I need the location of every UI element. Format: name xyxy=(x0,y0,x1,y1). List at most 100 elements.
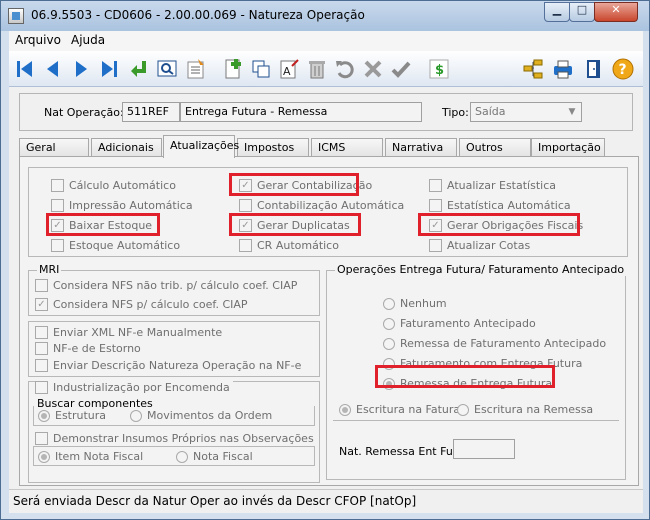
nat-operacao-code-field[interactable]: 511REF xyxy=(122,102,180,122)
checkbox-label: Demonstrar Insumos Próprios nas Observaç… xyxy=(53,432,314,445)
help-icon[interactable]: ? xyxy=(611,57,635,81)
radio-dot xyxy=(457,403,469,416)
checkbox-box xyxy=(239,239,252,252)
cancel-icon[interactable] xyxy=(361,57,385,81)
last-record-icon[interactable] xyxy=(97,57,121,81)
impressao-automatica-checkbox[interactable]: Impressão Automática xyxy=(51,199,193,212)
tab-atualizacoes[interactable]: Atualizações xyxy=(163,135,239,158)
maximize-button[interactable]: □ xyxy=(569,2,595,22)
atualizar-cotas-checkbox[interactable]: Atualizar Cotas xyxy=(429,239,530,252)
entrega-futura-group-title: Operações Entrega Futura/ Faturamento An… xyxy=(335,263,627,276)
remessa-entrega-futura-radio[interactable]: Remessa de Entrega Futura xyxy=(383,377,552,390)
radio-label: Estrutura xyxy=(55,409,107,422)
escritura-na-remessa-radio[interactable]: Escritura na Remessa xyxy=(457,403,593,416)
buscar-componentes-group: Estrutura Movimentos da Ordem xyxy=(33,406,315,426)
checkbox-label: Baixar Estoque xyxy=(69,219,153,232)
go-to-icon[interactable] xyxy=(127,57,151,81)
checkbox-label: Atualizar Cotas xyxy=(447,239,531,252)
movimentos-ordem-radio[interactable]: Movimentos da Ordem xyxy=(130,409,272,422)
svg-text:A: A xyxy=(283,65,291,78)
escritura-na-fatura-radio[interactable]: Escritura na Fatura xyxy=(339,403,460,416)
nfe-estorno-checkbox[interactable]: NF-e de Estorno xyxy=(35,342,141,355)
gerar-contabilizacao-checkbox[interactable]: ✓ Gerar Contabilização xyxy=(239,179,372,192)
menu-bar: Arquivo Ajuda xyxy=(9,31,643,51)
radio-dot xyxy=(383,357,395,370)
currency-icon[interactable]: $ xyxy=(427,57,451,81)
radio-dot xyxy=(38,450,50,463)
title-bar: 06.9.5503 - CD0606 - 2.00.00.069 - Natur… xyxy=(1,1,649,31)
tab-outros[interactable]: Outros xyxy=(459,138,531,157)
radio-dot xyxy=(339,403,351,416)
tree-icon[interactable] xyxy=(521,57,545,81)
nota-fiscal-option-group: Item Nota Fiscal Nota Fiscal xyxy=(33,446,315,466)
radio-dot xyxy=(38,409,50,422)
industrializacao-group: Industrialização por Encomenda Buscar co… xyxy=(28,381,320,483)
tab-impostos[interactable]: Impostos xyxy=(237,138,309,157)
undo-icon[interactable] xyxy=(333,57,357,81)
estoque-automatico-checkbox[interactable]: Estoque Automático xyxy=(51,239,180,252)
gerar-obrigacoes-fiscais-checkbox[interactable]: ✓ Gerar Obrigações Fiscais xyxy=(429,219,583,232)
delete-icon[interactable] xyxy=(305,57,329,81)
considera-nfs-calculo-checkbox[interactable]: ✓ Considera NFS p/ cálculo coef. CIAP xyxy=(35,298,248,311)
radio-label: Escritura na Remessa xyxy=(474,403,594,416)
first-record-icon[interactable] xyxy=(13,57,37,81)
tab-adicionais[interactable]: Adicionais xyxy=(91,138,162,157)
print-icon[interactable] xyxy=(551,57,575,81)
radio-label: Faturamento com Entrega Futura xyxy=(400,357,583,370)
enviar-descricao-natureza-checkbox[interactable]: Enviar Descrição Natureza Operação na NF… xyxy=(35,359,301,372)
previous-record-icon[interactable] xyxy=(41,57,65,81)
next-record-icon[interactable] xyxy=(69,57,93,81)
checkbox-box xyxy=(35,359,48,372)
list-icon[interactable] xyxy=(183,57,207,81)
update-options-group: Cálculo Automático Impressão Automática … xyxy=(28,167,628,257)
estatistica-automatica-checkbox[interactable]: Estatística Automática xyxy=(429,199,571,212)
gerar-duplicatas-checkbox[interactable]: ✓ Gerar Duplicatas xyxy=(239,219,350,232)
confirm-icon[interactable] xyxy=(389,57,413,81)
exit-icon[interactable] xyxy=(581,57,605,81)
copy-icon[interactable] xyxy=(249,57,273,81)
menu-ajuda[interactable]: Ajuda xyxy=(71,33,105,47)
nota-fiscal-radio[interactable]: Nota Fiscal xyxy=(176,450,253,463)
radio-dot xyxy=(130,409,142,422)
window-title: 06.9.5503 - CD0606 - 2.00.00.069 - Natur… xyxy=(31,8,365,22)
faturamento-antecipado-radio[interactable]: Faturamento Antecipado xyxy=(383,317,536,330)
toolbar: A $ ? xyxy=(9,51,643,87)
application-window: 06.9.5503 - CD0606 - 2.00.00.069 - Natur… xyxy=(0,0,650,520)
radio-dot xyxy=(383,337,395,350)
enviar-xml-nfe-checkbox[interactable]: Enviar XML NF-e Manualmente xyxy=(35,326,222,339)
nenhum-radio[interactable]: Nenhum xyxy=(383,297,447,310)
radio-label: Remessa de Entrega Futura xyxy=(400,377,553,390)
checkbox-box xyxy=(429,199,442,212)
tab-icms[interactable]: ICMS xyxy=(311,138,383,157)
tab-geral[interactable]: Geral xyxy=(19,138,89,157)
nfe-group: Enviar XML NF-e Manualmente NF-e de Esto… xyxy=(28,321,320,377)
radio-label: Remessa de Faturamento Antecipado xyxy=(400,337,607,350)
contabilizacao-automatica-checkbox[interactable]: Contabilização Automática xyxy=(239,199,404,212)
checkbox-label: Cálculo Automático xyxy=(69,179,176,192)
nat-operacao-description-field[interactable]: Entrega Futura - Remessa xyxy=(180,102,422,122)
tab-importacao[interactable]: Importação xyxy=(531,138,605,157)
minimize-button[interactable]: ▁ xyxy=(544,2,570,22)
tab-narrativa[interactable]: Narrativa xyxy=(385,138,457,157)
checkbox-box xyxy=(35,326,48,339)
cr-automatico-checkbox[interactable]: CR Automático xyxy=(239,239,339,252)
demonstrar-insumos-checkbox[interactable]: Demonstrar Insumos Próprios nas Observaç… xyxy=(35,432,314,445)
item-nota-fiscal-radio[interactable]: Item Nota Fiscal xyxy=(38,450,143,463)
faturamento-entrega-futura-radio[interactable]: Faturamento com Entrega Futura xyxy=(383,357,582,370)
calculo-automatico-checkbox[interactable]: Cálculo Automático xyxy=(51,179,176,192)
new-record-icon[interactable] xyxy=(221,57,245,81)
atualizar-estatistica-checkbox[interactable]: Atualizar Estatística xyxy=(429,179,556,192)
tipo-select[interactable]: Saída ▼ xyxy=(470,102,582,122)
edit-icon[interactable]: A xyxy=(277,57,301,81)
considera-nfs-nao-trib-checkbox[interactable]: Considera NFS não trib. p/ cálculo coef.… xyxy=(35,279,297,292)
search-icon[interactable] xyxy=(155,57,179,81)
nat-remessa-ent-fut-field[interactable] xyxy=(453,439,515,459)
checkbox-label: Contabilização Automática xyxy=(257,199,405,212)
baixar-estoque-checkbox[interactable]: ✓ Baixar Estoque xyxy=(51,219,152,232)
remessa-faturamento-antecipado-radio[interactable]: Remessa de Faturamento Antecipado xyxy=(383,337,606,350)
menu-arquivo[interactable]: Arquivo xyxy=(15,33,61,47)
checkmark-icon: ✓ xyxy=(239,219,252,232)
estrutura-radio[interactable]: Estrutura xyxy=(38,409,106,422)
close-button[interactable]: ✕ xyxy=(594,2,638,22)
industrializacao-encomenda-checkbox[interactable]: Industrialização por Encomenda xyxy=(35,381,233,394)
